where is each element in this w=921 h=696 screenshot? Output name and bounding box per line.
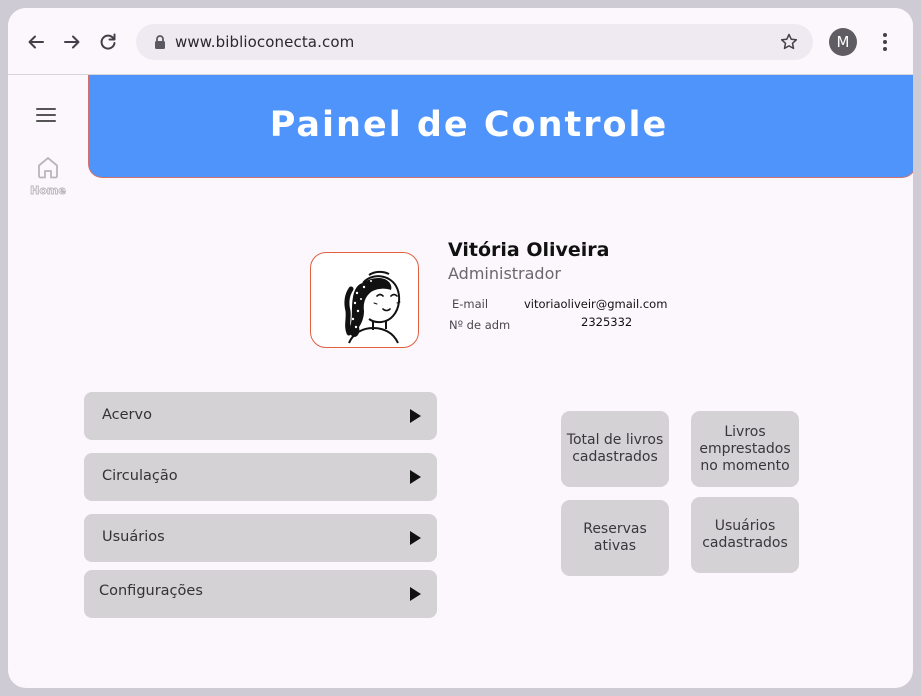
url-text: www.biblioconecta.com bbox=[175, 33, 355, 51]
stat-active-reservations[interactable]: Reservas ativas bbox=[561, 500, 669, 576]
play-arrow-icon bbox=[410, 470, 421, 484]
more-options-icon[interactable] bbox=[875, 30, 895, 54]
home-icon bbox=[38, 157, 58, 179]
user-name: Vitória Oliveira bbox=[448, 239, 610, 261]
menu-item-configuracoes[interactable]: Configurações bbox=[84, 570, 437, 618]
adm-number-value: 2325332 bbox=[581, 315, 633, 329]
stat-loaned-books[interactable]: Livros emprestados no momento bbox=[691, 411, 799, 487]
reload-button[interactable] bbox=[96, 30, 120, 54]
stat-total-books[interactable]: Total de livros cadastrados bbox=[561, 411, 669, 487]
menu-item-acervo[interactable]: Acervo bbox=[84, 392, 437, 440]
header-banner: Painel de Controle bbox=[88, 75, 913, 178]
profile-avatar-button[interactable]: M bbox=[829, 28, 857, 56]
menu-item-circulacao[interactable]: Circulação bbox=[84, 453, 437, 501]
email-label: E-mail bbox=[452, 297, 489, 311]
menu-item-label: Circulação bbox=[102, 468, 178, 484]
menu-item-label: Configurações bbox=[99, 583, 203, 599]
browser-window: www.biblioconecta.com M Home Painel de C… bbox=[8, 8, 913, 688]
stat-registered-users[interactable]: Usuários cadastrados bbox=[691, 497, 799, 573]
adm-number-label: Nº de adm bbox=[449, 318, 511, 332]
arrow-right-icon bbox=[64, 35, 80, 49]
hamburger-menu-icon[interactable] bbox=[34, 105, 58, 125]
menu-item-label: Acervo bbox=[102, 407, 152, 423]
profile-initial: M bbox=[836, 33, 850, 51]
address-bar[interactable]: www.biblioconecta.com bbox=[136, 24, 813, 60]
menu-item-label: Usuários bbox=[102, 529, 165, 545]
email-value: vitoriaoliveir@gmail.com bbox=[524, 297, 668, 311]
user-avatar bbox=[310, 252, 419, 348]
bookmark-star-icon[interactable] bbox=[779, 32, 799, 52]
page-title: Painel de Controle bbox=[269, 105, 669, 145]
user-avatar-illustration bbox=[344, 270, 401, 344]
lock-icon bbox=[155, 35, 165, 49]
user-role: Administrador bbox=[448, 264, 561, 283]
arrow-left-icon bbox=[28, 35, 44, 49]
home-label: Home bbox=[30, 184, 67, 198]
play-arrow-icon bbox=[410, 587, 421, 601]
forward-button[interactable] bbox=[60, 30, 84, 54]
browser-toolbar: www.biblioconecta.com M bbox=[8, 8, 913, 75]
play-arrow-icon bbox=[410, 531, 421, 545]
reload-icon bbox=[100, 33, 116, 50]
play-arrow-icon bbox=[410, 409, 421, 423]
menu-item-usuarios[interactable]: Usuários bbox=[84, 514, 437, 562]
nav-home[interactable]: Home bbox=[26, 153, 70, 203]
back-button[interactable] bbox=[24, 30, 48, 54]
